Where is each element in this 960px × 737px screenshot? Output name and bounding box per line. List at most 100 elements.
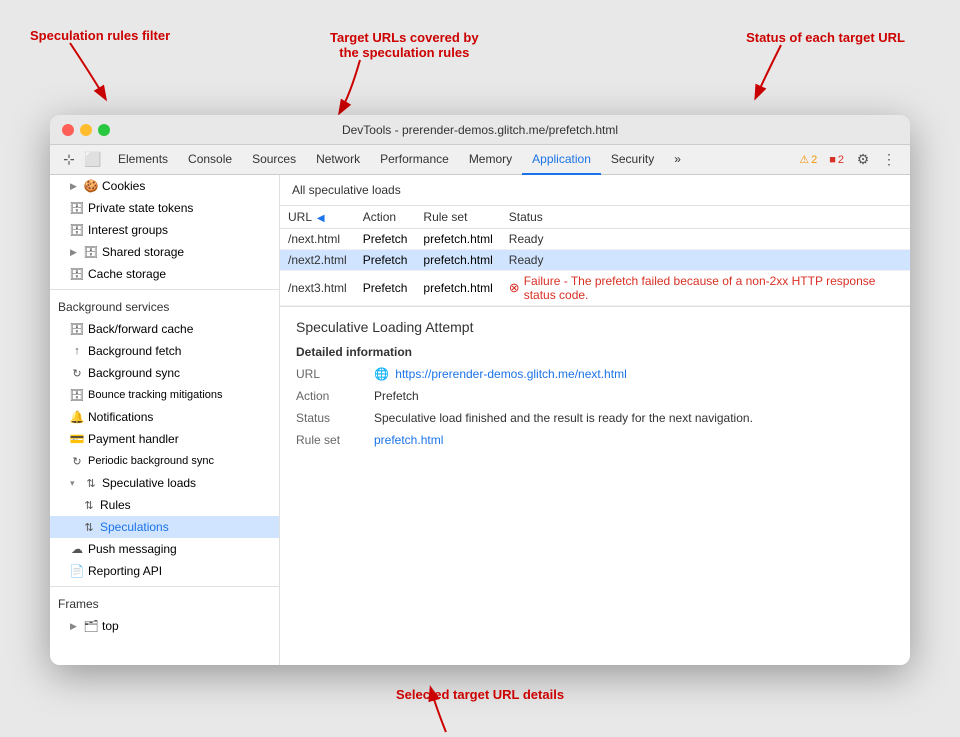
expand-icon: ▶ [70, 247, 80, 258]
sidebar-item-reporting-api[interactable]: 📄 Reporting API [50, 560, 279, 582]
speculative-loads-table: URL ◀ Action Rule set Status /next.html … [280, 206, 910, 306]
sidebar-item-private-state-tokens[interactable]: 🗄 Private state tokens [50, 197, 279, 219]
tab-network[interactable]: Network [306, 145, 370, 175]
sort-arrow-icon: ◀ [317, 213, 325, 224]
sidebar-item-label: Payment handler [88, 432, 179, 446]
title-bar: DevTools - prerender-demos.glitch.me/pre… [50, 115, 910, 145]
sidebar-item-interest-groups[interactable]: 🗄 Interest groups [50, 219, 279, 241]
detail-section-title: Detailed information [296, 345, 894, 359]
traffic-lights [62, 124, 110, 136]
sidebar-item-label: Shared storage [102, 245, 184, 259]
interest-groups-icon: 🗄 [70, 223, 84, 237]
tab-performance[interactable]: Performance [370, 145, 459, 175]
status-cell: Ready [501, 229, 910, 250]
sidebar-item-label: top [102, 619, 119, 633]
periodic-bg-sync-icon: ↻ [70, 454, 84, 468]
sidebar-item-periodic-background-sync[interactable]: ↻ Periodic background sync [50, 450, 279, 472]
action-cell: Prefetch [355, 250, 416, 271]
sidebar: ▶ 🍪 Cookies 🗄 Private state tokens 🗄 Int… [50, 175, 280, 665]
error-circle-icon: ⊗ [509, 280, 520, 296]
sidebar-item-speculative-loads[interactable]: ▾ ⇅ Speculative loads [50, 472, 279, 494]
sidebar-item-payment-handler[interactable]: 💳 Payment handler [50, 428, 279, 450]
sidebar-item-shared-storage[interactable]: ▶ 🗄 Shared storage [50, 241, 279, 263]
sidebar-item-label: Bounce tracking mitigations [88, 389, 223, 401]
detail-value-url: 🌐 https://prerender-demos.glitch.me/next… [374, 367, 894, 381]
ruleset-link[interactable]: prefetch.html [374, 433, 443, 447]
annotation-selected-details: Selected target URL details [396, 687, 564, 702]
close-button[interactable] [62, 124, 74, 136]
sidebar-item-speculations[interactable]: ⇅ Speculations [50, 516, 279, 538]
annotation-speculation-filter: Speculation rules filter [30, 28, 170, 43]
sidebar-item-bounce-tracking[interactable]: 🗄 Bounce tracking mitigations [50, 384, 279, 406]
cache-storage-icon: 🗄 [70, 267, 84, 281]
tab-sources[interactable]: Sources [242, 145, 306, 175]
sidebar-item-label: Push messaging [88, 542, 177, 556]
speculations-icon: ⇅ [82, 520, 96, 534]
sidebar-item-label: Reporting API [88, 564, 162, 578]
tab-memory[interactable]: Memory [459, 145, 522, 175]
detail-label-url: URL [296, 367, 366, 381]
error-count: 2 [838, 154, 844, 166]
sidebar-item-background-fetch[interactable]: ↑ Background fetch [50, 340, 279, 362]
url-cell: /next3.html [280, 271, 355, 306]
sidebar-item-rules[interactable]: ⇅ Rules [50, 494, 279, 516]
detail-label-action: Action [296, 389, 366, 403]
sidebar-item-label: Notifications [88, 410, 153, 424]
table-row[interactable]: /next3.html Prefetch prefetch.html ⊗ Fai… [280, 271, 910, 306]
sidebar-item-frames-top[interactable]: ▶ 🗂 top [50, 615, 279, 637]
status-cell: ⊗ Failure - The prefetch failed because … [501, 271, 910, 306]
sidebar-item-notifications[interactable]: 🔔 Notifications [50, 406, 279, 428]
sidebar-item-cookies[interactable]: ▶ 🍪 Cookies [50, 175, 279, 197]
bounce-tracking-icon: 🗄 [70, 388, 84, 402]
sidebar-item-label: Interest groups [88, 223, 168, 237]
detail-row-ruleset: Rule set prefetch.html [296, 433, 894, 447]
background-fetch-icon: ↑ [70, 344, 84, 358]
sidebar-item-background-sync[interactable]: ↻ Background sync [50, 362, 279, 384]
ruleset-cell: prefetch.html [415, 229, 500, 250]
table-header-row: URL ◀ Action Rule set Status [280, 206, 910, 229]
column-header-ruleset: Rule set [415, 206, 500, 229]
error-badge: ■ 2 [825, 153, 848, 167]
maximize-button[interactable] [98, 124, 110, 136]
push-messaging-icon: ☁ [70, 542, 84, 556]
rules-icon: ⇅ [82, 498, 96, 512]
sidebar-item-label: Private state tokens [88, 201, 193, 215]
tab-more[interactable]: » [664, 145, 691, 175]
shared-storage-icon: 🗄 [84, 245, 98, 259]
sidebar-item-cache-storage[interactable]: 🗄 Cache storage [50, 263, 279, 285]
detail-row-url: URL 🌐 https://prerender-demos.glitch.me/… [296, 367, 894, 381]
url-link[interactable]: https://prerender-demos.glitch.me/next.h… [395, 367, 626, 381]
sidebar-item-back-forward-cache[interactable]: 🗄 Back/forward cache [50, 318, 279, 340]
cookies-icon: 🍪 [84, 179, 98, 193]
detail-row-status: Status Speculative load finished and the… [296, 411, 894, 425]
tab-application[interactable]: Application [522, 145, 601, 175]
speculative-loads-content-header: All speculative loads [280, 175, 910, 206]
devtools-tabs: Elements Console Sources Network Perform… [108, 145, 789, 175]
expand-icon: ▶ [70, 621, 80, 632]
reporting-api-icon: 📄 [70, 564, 84, 578]
cursor-icon[interactable]: ⊹ [58, 149, 80, 171]
detail-panel: Speculative Loading Attempt Detailed inf… [280, 306, 910, 467]
window-title: DevTools - prerender-demos.glitch.me/pre… [342, 123, 618, 137]
tab-console[interactable]: Console [178, 145, 242, 175]
table-row[interactable]: /next.html Prefetch prefetch.html Ready [280, 229, 910, 250]
sidebar-item-label: Background fetch [88, 344, 181, 358]
back-forward-cache-icon: 🗄 [70, 322, 84, 336]
detail-row-action: Action Prefetch [296, 389, 894, 403]
devtools-body: ▶ 🍪 Cookies 🗄 Private state tokens 🗄 Int… [50, 175, 910, 665]
sidebar-item-label: Cookies [102, 179, 145, 193]
device-icon[interactable]: ⬜ [82, 149, 104, 171]
minimize-button[interactable] [80, 124, 92, 136]
sidebar-item-push-messaging[interactable]: ☁ Push messaging [50, 538, 279, 560]
url-cell: /next2.html [280, 250, 355, 271]
devtools-toolbar: ⊹ ⬜ Elements Console Sources Network Per… [50, 145, 910, 175]
sidebar-item-label: Cache storage [88, 267, 166, 281]
gear-icon[interactable]: ⚙ [852, 149, 874, 171]
toolbar-left-icons: ⊹ ⬜ [54, 149, 108, 171]
tab-elements[interactable]: Elements [108, 145, 178, 175]
table-row[interactable]: /next2.html Prefetch prefetch.html Ready [280, 250, 910, 271]
expand-icon: ▾ [70, 478, 80, 489]
tab-security[interactable]: Security [601, 145, 664, 175]
error-icon: ■ [829, 154, 836, 166]
ellipsis-icon[interactable]: ⋮ [878, 149, 900, 171]
